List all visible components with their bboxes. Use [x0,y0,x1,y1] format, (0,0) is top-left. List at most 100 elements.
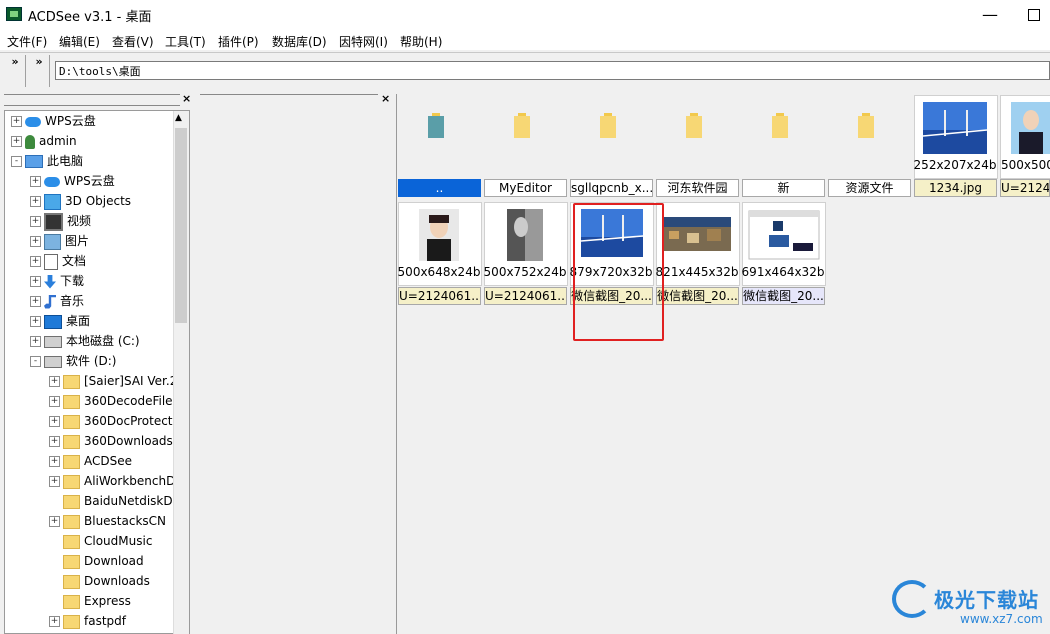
minimize-button[interactable]: — [975,4,1005,26]
caption-image[interactable]: U=2124061... [484,287,567,305]
expand-icon[interactable]: + [49,476,60,487]
toolbar-chevron-2[interactable]: » [29,55,50,87]
caption-parent[interactable]: .. [398,179,481,197]
tree-item[interactable]: + WPS云盘 [11,111,96,131]
expand-icon[interactable]: + [49,436,60,447]
highlight-box [573,203,664,341]
title-bar [0,0,1050,30]
tree-item[interactable]: BaiduNetdiskDo [49,491,180,511]
tree-item[interactable]: + 本地磁盘 (C:) [30,331,140,351]
tree-scroll-thumb[interactable] [175,128,187,323]
caption-image[interactable]: U=2124 [1000,179,1050,197]
tree-item[interactable]: +360Downloads [49,431,173,451]
expand-icon[interactable]: + [30,296,41,307]
expand-icon[interactable]: + [49,516,60,527]
menu-help[interactable]: 帮助(H) [400,33,442,50]
collapse-icon[interactable]: - [30,356,41,367]
expand-icon[interactable]: + [49,616,60,627]
menu-database[interactable]: 数据库(D) [272,33,327,50]
path-input[interactable]: D:\tools\桌面 [55,61,1050,80]
caption-image[interactable]: 微信截图_20... [742,287,825,305]
tree-item[interactable]: + ACDSee [49,451,132,471]
tree-item[interactable]: +360DecodeFiles [49,391,179,411]
scroll-up-arrow[interactable]: ▲ [175,113,182,123]
toolbar-chevron-1[interactable]: » [5,55,26,87]
expand-icon[interactable]: + [49,376,60,387]
tree-item[interactable]: + 桌面 [30,311,90,331]
expand-icon[interactable]: + [11,136,22,147]
folder-icon [686,113,702,138]
menu-file[interactable]: 文件(F) [7,33,47,50]
caption-image[interactable]: 微信截图_20... [656,287,739,305]
tree-item[interactable]: + 文档 [30,251,86,271]
tree-item-label: fastpdf [84,614,126,628]
tree-item[interactable]: + WPS云盘 [30,171,115,191]
expand-icon[interactable]: + [11,116,22,127]
expand-icon[interactable]: + [30,196,41,207]
caption-folder[interactable]: 资源文件 [828,179,911,197]
thumbnail-portrait-1[interactable]: 500x648x24b [398,202,482,286]
thumbnail-screenshot-3[interactable]: 691x464x32b [742,202,826,286]
thumbnail-u2124[interactable]: 500x500 [1000,95,1050,179]
bw-image [507,209,543,261]
tree-item-label: 文档 [62,254,87,268]
expand-icon[interactable]: + [30,316,41,327]
maximize-button[interactable] [1022,4,1050,26]
folder-icon [858,113,874,138]
tree-item[interactable]: Downloads [49,571,150,591]
tree-item[interactable]: - 软件 (D:) [30,351,116,371]
expand-icon[interactable]: + [49,416,60,427]
tree-item-label: Downloads [84,574,150,588]
folder-icon [63,534,80,549]
thumbnail-portrait-2[interactable]: 500x752x24b [484,202,568,286]
menu-edit[interactable]: 编辑(E) [59,33,100,50]
tree-item[interactable]: Express [49,591,131,611]
caption-folder[interactable]: 河东软件园 [656,179,739,197]
expand-icon[interactable]: + [30,276,41,287]
tree-item-label: 软件 (D:) [66,354,117,368]
tree-item-label: 360DocProtect [84,414,173,428]
caption-folder[interactable]: MyEditor [484,179,567,197]
caption-folder[interactable]: 新 [742,179,825,197]
tree-item[interactable]: + 音乐 [30,291,84,311]
tree-item[interactable]: + 图片 [30,231,89,251]
folder-icon [63,574,80,589]
thumbnail-1234[interactable]: 252x207x24b [914,95,998,179]
expand-icon[interactable]: + [30,216,41,227]
thumbnail-screenshot-2[interactable]: 821x445x32b [656,202,740,286]
menu-tools[interactable]: 工具(T) [165,33,206,50]
tree-item[interactable]: + 视频 [30,211,91,231]
caption-image[interactable]: 1234.jpg [914,179,997,197]
tree-item[interactable]: + BluestacksCN [49,511,166,531]
folder-icon [63,594,80,609]
tree-item[interactable]: + 下载 [30,271,84,291]
expand-icon[interactable]: + [49,456,60,467]
collapse-icon[interactable]: - [11,156,22,167]
tree-pane-close[interactable]: × [182,92,191,105]
expand-icon[interactable]: + [30,236,41,247]
folder-tree[interactable]: + WPS云盘 + admin - 此电脑 + WPS云盘 +3D Objects + 视频 + 图片 +… [4,110,190,634]
video-icon [44,212,63,231]
expand-icon[interactable]: + [30,336,41,347]
expand-icon[interactable]: + [30,256,41,267]
bridge-image [922,102,988,154]
menu-plugins[interactable]: 插件(P) [218,33,259,50]
tree-item[interactable]: +360DocProtect [49,411,173,431]
tree-item[interactable]: +3D Objects [30,191,131,211]
download-icon [44,274,56,289]
caption-image[interactable]: U=2124061... [398,287,481,305]
tree-item[interactable]: + fastpdf [49,611,126,631]
folder-icon [63,454,80,469]
tree-item[interactable]: + AliWorkbenchD [49,471,175,491]
tree-item[interactable]: Download [49,551,144,571]
menu-view[interactable]: 查看(V) [112,33,154,50]
expand-icon[interactable]: + [30,176,41,187]
menu-internet[interactable]: 因特网(I) [339,33,388,50]
tree-item[interactable]: CloudMusic [49,531,152,551]
menu-bar: 文件(F) 编辑(E) 查看(V) 工具(T) 插件(P) 数据库(D) 因特网… [0,30,1050,50]
caption-folder[interactable]: sgllqpcnb_x... [570,179,653,197]
tree-item[interactable]: - 此电脑 [11,151,83,171]
expand-icon[interactable]: + [49,396,60,407]
tree-item[interactable]: + admin [11,131,77,151]
tree-item[interactable]: + [Saier]SAI Ver.2 [49,371,177,391]
